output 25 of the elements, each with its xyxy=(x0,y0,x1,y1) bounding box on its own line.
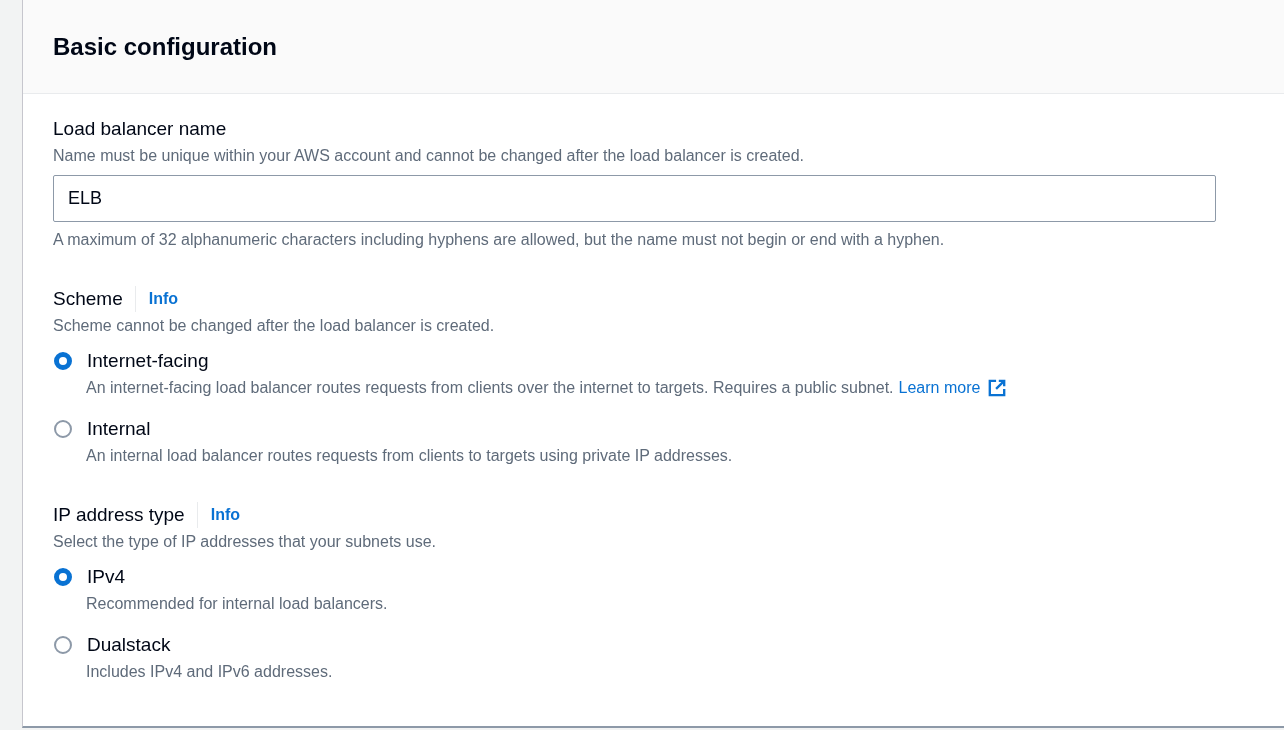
option-label: Internet-facing xyxy=(87,349,209,373)
radio-button[interactable] xyxy=(54,568,72,586)
option-label: IPv4 xyxy=(87,565,126,589)
radio-button[interactable] xyxy=(54,636,72,654)
radio-button[interactable] xyxy=(54,420,72,438)
info-link[interactable]: Info xyxy=(134,286,179,312)
option-description: An internal load balancer routes requests from clients to targets using private IP addresses. xyxy=(86,446,733,466)
field-label: Load balancer name xyxy=(53,117,228,141)
field-description: Name must be unique within your AWS account and cannot be changed after the load balancer is created. xyxy=(53,146,805,166)
option-label: Dualstack xyxy=(87,633,171,657)
option-label: Internal xyxy=(87,417,151,441)
info-link[interactable]: Info xyxy=(196,502,240,528)
learn-more-link[interactable]: Learn more xyxy=(898,377,981,399)
field-description: Scheme cannot be changed after the load balancer is created. xyxy=(53,316,496,336)
option-description: Recommended for internal load balancers. xyxy=(86,594,388,614)
radio-button[interactable] xyxy=(54,352,72,370)
field-constraint: A maximum of 32 alphanumeric characters including hyphens are allowed, but the name must not begin or end with a hyphen. xyxy=(53,230,946,250)
input-field[interactable]: ELB xyxy=(53,175,1216,222)
panel-title: Basic configuration xyxy=(53,32,278,61)
field-label: IP address type xyxy=(53,503,185,527)
option-description: Includes IPv4 and IPv6 addresses. xyxy=(86,662,333,682)
external-link-icon[interactable] xyxy=(988,379,1007,397)
option-description: An internet-facing load balancer routes requests from clients over the internet to targets. Requires a public subnet. xyxy=(86,378,894,398)
field-label: Scheme xyxy=(53,287,123,311)
field-description: Select the type of IP addresses that your subnets use. xyxy=(53,532,438,552)
